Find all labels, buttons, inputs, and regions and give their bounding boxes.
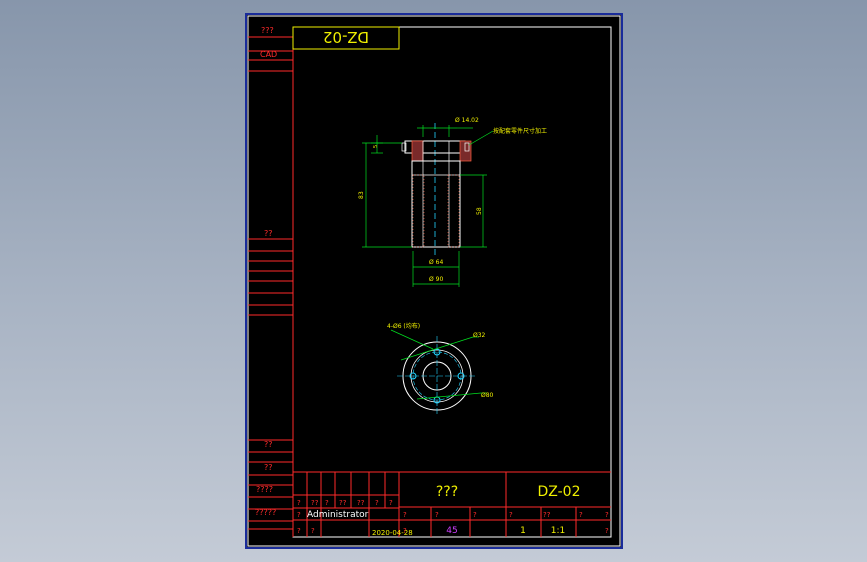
dim-left-small: 5 (373, 145, 379, 148)
cad-viewport[interactable]: ??? CAD ?? ?? ?? ???? ????? DZ-02 ??? DZ… (245, 13, 623, 549)
weight-value: 45 (446, 526, 457, 536)
drawing-number: DZ-02 (538, 484, 581, 500)
side-label-lower2: ?? (264, 463, 273, 472)
left-side-strip (248, 27, 294, 537)
top-view (390, 329, 487, 416)
row-q-4: ?? (339, 499, 347, 507)
circle-dim2-label: Ø80 (481, 392, 494, 399)
dim-left-label: 83 (358, 191, 365, 199)
side-label-cad: CAD (260, 50, 277, 59)
row-q-16: ? (579, 511, 583, 519)
inner-frame (292, 26, 612, 538)
side-label-top: ??? (261, 26, 274, 35)
row-q-17: ? (605, 511, 609, 519)
side-label-lower4: ????? (255, 508, 276, 517)
side-label-middle: ?? (264, 229, 273, 238)
section-view (362, 123, 494, 287)
circle-dim1-label: Ø32 (473, 332, 486, 339)
row-q-19: ? (605, 527, 609, 535)
row-q-2: ?? (311, 499, 319, 507)
note-top-label: 按配套零件尺寸加工 (493, 127, 547, 135)
designer-name: Administrator (307, 510, 369, 520)
row-q-8: ? (297, 511, 301, 519)
row-q-9: ? (297, 527, 301, 535)
dim-outer-label: Ø 90 (429, 276, 443, 283)
scale-value: 1:1 (551, 526, 565, 536)
hole-note-label: 4-Ø6 (均布) (387, 322, 420, 330)
row-q-10: ? (311, 527, 315, 535)
row-q-3: ? (325, 499, 329, 507)
dim-right-label: 58 (476, 207, 483, 215)
row-q-7: ? (389, 499, 393, 507)
row-q-13: ? (473, 511, 477, 519)
drawing-canvas[interactable]: ??? CAD ?? ?? ?? ???? ????? DZ-02 ??? DZ… (247, 15, 621, 547)
sheet-count: 1 (520, 526, 526, 536)
row-q-1: ? (297, 499, 301, 507)
row-q-5: ?? (357, 499, 365, 507)
row-q-15: ?? (543, 511, 551, 519)
side-label-lower3: ???? (256, 485, 273, 494)
dim-top-label: Ø 14.02 (455, 117, 479, 124)
side-label-lower1: ?? (264, 440, 273, 449)
row-q-12: ? (435, 511, 439, 519)
mirror-title-text: DZ-02 (323, 28, 369, 46)
dim-inner-label: Ø 64 (429, 259, 443, 266)
material-text: ??? (436, 484, 458, 500)
row-q-6: ? (375, 499, 379, 507)
row-q-18: ? (403, 527, 407, 535)
row-q-14: ? (509, 511, 513, 519)
row-q-11: ? (403, 511, 407, 519)
